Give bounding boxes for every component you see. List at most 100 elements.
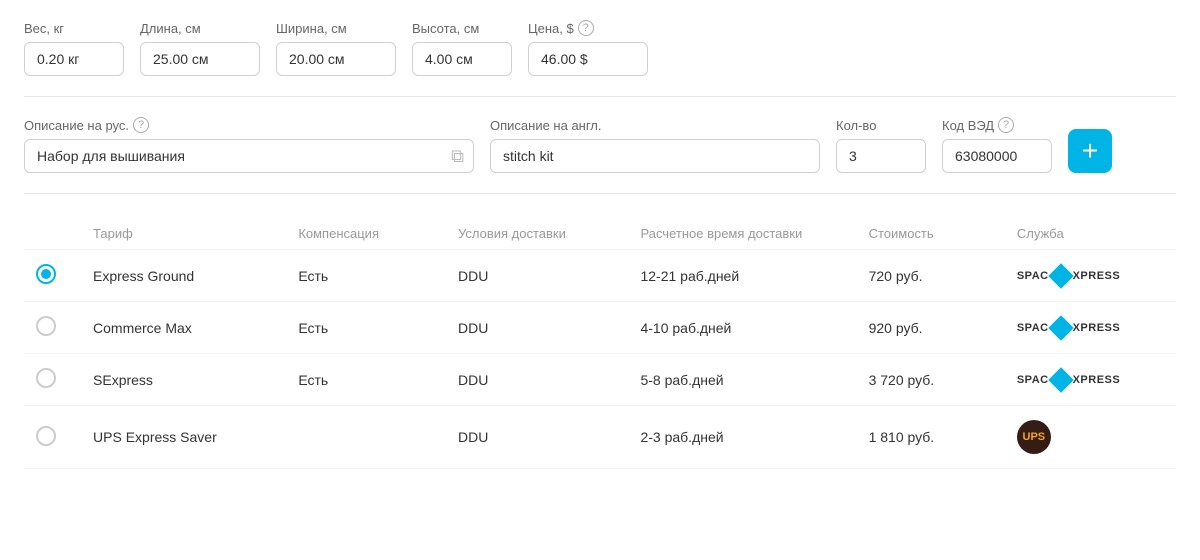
length-input[interactable]	[140, 42, 260, 76]
cell-service: SPAC XPRESS	[1005, 250, 1176, 302]
xpress-text: XPRESS	[1073, 270, 1121, 282]
weight-label: Вес, кг	[24, 21, 124, 36]
description-section: Описание на рус. ? ⧉ Описание на англ.	[24, 97, 1176, 194]
cell-time: 12-21 раб.дней	[628, 250, 856, 302]
tnved-label-text: Код ВЭД	[942, 118, 994, 133]
width-input[interactable]	[276, 42, 396, 76]
spac-xpress-logo: SPAC XPRESS	[1017, 371, 1120, 389]
qty-label-text: Кол-во	[836, 118, 876, 133]
cell-condition: DDU	[446, 354, 628, 406]
spac-diamond-icon	[1048, 367, 1073, 392]
tnved-help-icon[interactable]: ?	[998, 117, 1014, 133]
page-container: Вес, кг Длина, см Ширина, см Высота, см	[0, 0, 1200, 560]
height-label-text: Высота, см	[412, 21, 479, 36]
table-row: Express GroundЕстьDDU12-21 раб.дней720 р…	[24, 250, 1176, 302]
weight-label-text: Вес, кг	[24, 21, 64, 36]
cell-condition: DDU	[446, 406, 628, 469]
height-input[interactable]	[412, 42, 512, 76]
ru-label-text: Описание на рус.	[24, 118, 129, 133]
en-description-group: Описание на англ.	[490, 118, 820, 173]
height-group: Высота, см	[412, 21, 512, 76]
col-header-service: Служба	[1005, 218, 1176, 250]
price-help-icon[interactable]: ?	[578, 20, 594, 36]
radio-button[interactable]	[36, 264, 56, 284]
ru-description-input[interactable]	[24, 139, 474, 173]
en-description-label: Описание на англ.	[490, 118, 820, 133]
spac-text: SPAC	[1017, 322, 1049, 334]
price-label: Цена, $ ?	[528, 20, 648, 36]
spac-diamond-icon	[1048, 315, 1073, 340]
col-header-condition: Условия доставки	[446, 218, 628, 250]
cell-service: SPAC XPRESS	[1005, 302, 1176, 354]
table-row: UPS Express Saver DDU2-3 раб.дней1 810 ру…	[24, 406, 1176, 469]
quantity-label: Кол-во	[836, 118, 926, 133]
ru-description-group: Описание на рус. ? ⧉	[24, 117, 474, 173]
cell-compensation: Есть	[286, 302, 446, 354]
ru-input-wrapper: ⧉	[24, 139, 474, 173]
cell-time: 2-3 раб.дней	[628, 406, 856, 469]
weight-input[interactable]	[24, 42, 124, 76]
radio-button[interactable]	[36, 316, 56, 336]
cell-tariff: Commerce Max	[81, 302, 286, 354]
price-group: Цена, $ ?	[528, 20, 648, 76]
spac-diamond-icon	[1048, 263, 1073, 288]
cell-tariff: Express Ground	[81, 250, 286, 302]
ru-description-label: Описание на рус. ?	[24, 117, 474, 133]
cell-cost: 1 810 руб.	[857, 406, 1005, 469]
cell-condition: DDU	[446, 302, 628, 354]
cell-service: SPAC XPRESS	[1005, 354, 1176, 406]
col-header-radio	[24, 218, 81, 250]
price-label-text: Цена, $	[528, 21, 574, 36]
cell-condition: DDU	[446, 250, 628, 302]
spac-text: SPAC	[1017, 374, 1049, 386]
cell-service: UPS	[1005, 406, 1176, 469]
add-button[interactable]: +	[1068, 129, 1112, 173]
shipping-table-section: Тариф Компенсация Условия доставки Расче…	[24, 194, 1176, 469]
en-label-text: Описание на англ.	[490, 118, 602, 133]
width-group: Ширина, см	[276, 21, 396, 76]
en-description-input[interactable]	[490, 139, 820, 173]
cell-cost: 920 руб.	[857, 302, 1005, 354]
length-label-text: Длина, см	[140, 21, 201, 36]
tnved-input[interactable]	[942, 139, 1052, 173]
table-row: Commerce MaxЕстьDDU4-10 раб.дней920 руб.…	[24, 302, 1176, 354]
length-label: Длина, см	[140, 21, 260, 36]
table-header-row: Тариф Компенсация Условия доставки Расче…	[24, 218, 1176, 250]
height-label: Высота, см	[412, 21, 512, 36]
add-button-label: +	[1082, 135, 1098, 167]
description-row: Описание на рус. ? ⧉ Описание на англ.	[24, 117, 1176, 173]
radio-button[interactable]	[36, 368, 56, 388]
spac-xpress-logo: SPAC XPRESS	[1017, 267, 1120, 285]
radio-button[interactable]	[36, 426, 56, 446]
quantity-group: Кол-во	[836, 118, 926, 173]
spac-xpress-logo: SPAC XPRESS	[1017, 319, 1120, 337]
cell-compensation	[286, 406, 446, 469]
shipping-table: Тариф Компенсация Условия доставки Расче…	[24, 218, 1176, 469]
cell-compensation: Есть	[286, 250, 446, 302]
xpress-text: XPRESS	[1073, 374, 1121, 386]
length-group: Длина, см	[140, 21, 260, 76]
xpress-text: XPRESS	[1073, 322, 1121, 334]
quantity-input[interactable]	[836, 139, 926, 173]
ups-text: UPS	[1023, 431, 1046, 443]
cell-time: 5-8 раб.дней	[628, 354, 856, 406]
cell-tariff: UPS Express Saver	[81, 406, 286, 469]
weight-group: Вес, кг	[24, 21, 124, 76]
cell-compensation: Есть	[286, 354, 446, 406]
ru-help-icon[interactable]: ?	[133, 117, 149, 133]
table-row: SExpressЕстьDDU5-8 раб.дней3 720 руб. SPA…	[24, 354, 1176, 406]
col-header-tariff: Тариф	[81, 218, 286, 250]
en-input-wrapper	[490, 139, 820, 173]
width-label: Ширина, см	[276, 21, 396, 36]
cell-cost: 3 720 руб.	[857, 354, 1005, 406]
price-input[interactable]	[528, 42, 648, 76]
col-header-compensation: Компенсация	[286, 218, 446, 250]
width-label-text: Ширина, см	[276, 21, 347, 36]
tnved-label: Код ВЭД ?	[942, 117, 1052, 133]
tnved-group: Код ВЭД ?	[942, 117, 1052, 173]
copy-icon[interactable]: ⧉	[451, 146, 464, 167]
col-header-time: Расчетное время доставки	[628, 218, 856, 250]
cell-tariff: SExpress	[81, 354, 286, 406]
col-header-cost: Стоимость	[857, 218, 1005, 250]
spac-text: SPAC	[1017, 270, 1049, 282]
